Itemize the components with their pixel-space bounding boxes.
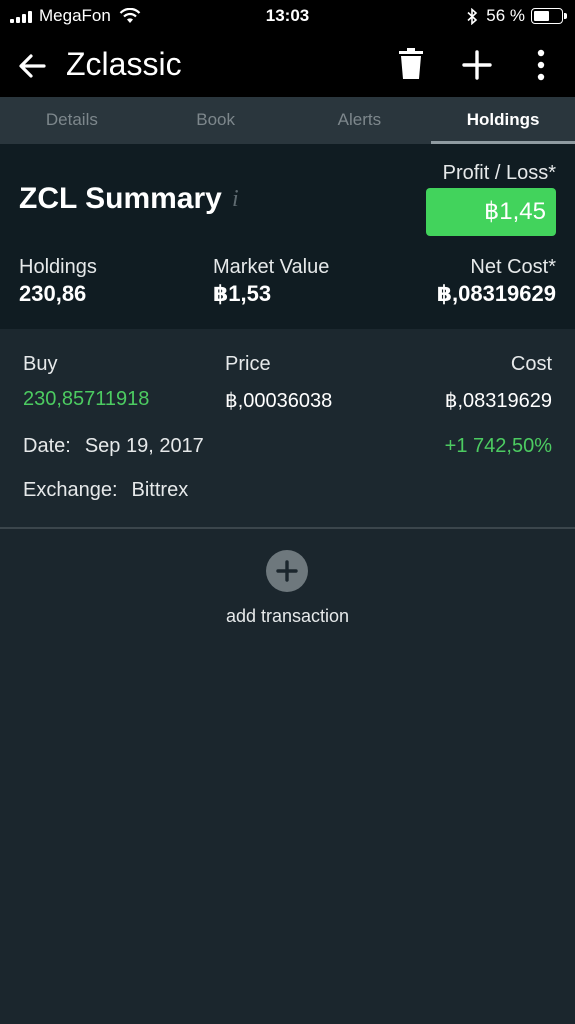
holdings-label: Holdings (19, 256, 97, 278)
holdings-value: 230,86 (19, 281, 87, 306)
back-arrow-icon[interactable] (16, 50, 48, 82)
tab-holdings[interactable]: Holdings (431, 97, 575, 144)
info-icon[interactable]: i (232, 186, 239, 213)
net-cost-label: Net Cost* (470, 256, 556, 278)
exchange-value: Bittrex (131, 479, 189, 501)
page-title: Zclassic (66, 46, 182, 82)
market-value-label: Market Value (213, 256, 330, 278)
cost-label: Cost (510, 353, 552, 375)
more-options-icon[interactable] (530, 48, 552, 82)
bluetooth-icon (467, 7, 478, 25)
exchange-label: Exchange: (23, 479, 118, 501)
tab-bar: Details Book Alerts Holdings (0, 97, 575, 144)
price-label: Price (225, 353, 271, 375)
transaction-card[interactable]: Buy 230,85711918 Price ฿,00036038 Cost ฿… (0, 329, 575, 529)
add-transaction-label[interactable]: add transaction (0, 606, 575, 627)
net-cost-value: ฿,08319629 (436, 281, 556, 306)
exchange-row: Exchange: Bittrex (23, 479, 188, 502)
profit-loss-badge: ฿1,45 (426, 188, 556, 236)
plus-icon (276, 560, 298, 582)
buy-value: 230,85711918 (23, 388, 150, 410)
status-bar: MegaFon 13:03 56 % (0, 0, 575, 34)
date-label: Date: (23, 435, 71, 457)
battery-percent: 56 % (486, 6, 525, 25)
date-row: Date: Sep 19, 2017 (23, 435, 204, 458)
buy-label: Buy (23, 353, 58, 375)
date-value: Sep 19, 2017 (84, 435, 204, 457)
holdings-metric: Holdings 230,86 (19, 256, 97, 307)
buy-column: Buy 230,85711918 (23, 353, 149, 411)
cost-value: ฿,08319629 (444, 390, 552, 412)
market-value-value: ฿1,53 (213, 281, 272, 306)
profit-loss-label: Profit / Loss* (442, 162, 556, 184)
tab-details[interactable]: Details (0, 97, 144, 144)
summary-title: ZCL Summary (19, 182, 222, 215)
tab-book[interactable]: Book (144, 97, 288, 144)
price-column: Price ฿,00036038 (225, 353, 332, 413)
add-icon[interactable] (460, 50, 494, 80)
add-transaction-button[interactable] (266, 550, 308, 592)
net-cost-metric: Net Cost* ฿,08319629 (437, 256, 556, 307)
market-value-metric: Market Value ฿1,53 (213, 256, 329, 307)
tab-alerts[interactable]: Alerts (288, 97, 432, 144)
battery-fill (534, 11, 549, 21)
app-bar: Zclassic (0, 34, 575, 97)
battery-icon (531, 8, 567, 24)
trash-icon[interactable] (397, 48, 425, 80)
change-percent: +1 742,50% (444, 435, 552, 457)
cost-column: Cost ฿,08319629 (445, 353, 552, 413)
price-value: ฿,00036038 (225, 390, 333, 412)
summary-panel: ZCL Summary i Profit / Loss* ฿1,45 Holdi… (0, 144, 575, 329)
